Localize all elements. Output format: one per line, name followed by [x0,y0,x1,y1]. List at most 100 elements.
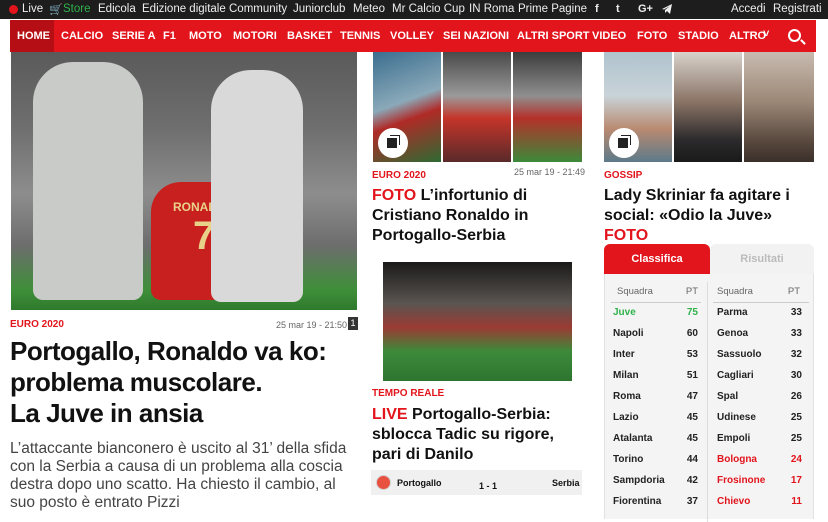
mid1-category[interactable]: EURO 2020 [372,170,426,181]
topbar-link-juniorclub[interactable]: Juniorclub [293,3,345,15]
nav-item-tennis[interactable]: TENNIS [340,30,380,42]
team-points: 25 [790,412,802,423]
standings-row[interactable]: Udinese 25 [709,408,810,429]
main-summary[interactable]: L’attaccante bianconero è uscito al 31’ … [10,440,360,512]
live-link[interactable]: Live [22,3,43,15]
twitter-icon[interactable]: t [616,3,620,15]
live-score-box[interactable]: Portogallo 1 - 1 Serbia [371,470,582,495]
main-category[interactable]: EURO 2020 [10,319,64,330]
login-link[interactable]: Accedi [731,3,766,15]
nav-item-altro[interactable]: ALTRO [729,30,766,42]
nav-item-foto[interactable]: FOTO [637,30,667,42]
nav-item-calcio[interactable]: CALCIO [61,30,103,42]
topbar-link-community[interactable]: Community [229,3,287,15]
topbar-link-edicola[interactable]: Edicola [98,3,136,15]
gallery-thumb-2[interactable] [443,52,511,162]
standings-row[interactable]: Empoli 25 [709,429,810,450]
comment-count-badge[interactable]: 1 [348,317,358,330]
telegram-icon[interactable] [661,3,673,15]
foto-label: FOTO [604,227,649,244]
col-header-team: Squadra [617,286,653,297]
team-name: Udinese [717,412,756,423]
nav-item-moto[interactable]: MOTO [189,30,222,42]
standings-row[interactable]: Genoa 33 [709,324,810,345]
facebook-icon[interactable]: f [595,3,599,15]
team-name: Torino [613,454,644,465]
team-points: 11 [791,496,802,507]
standings-row[interactable]: Parma 33 [709,303,810,324]
standings-row[interactable]: Napoli 60 [605,324,706,345]
team-name: Sassuolo [717,349,762,360]
standings-row[interactable]: Milan 51 [605,366,706,387]
standings-row[interactable]: Cagliari 30 [709,366,810,387]
team-points: 60 [686,328,698,339]
tab-classifica[interactable]: Classifica [604,244,710,274]
topbar-link-edizione-digitale[interactable]: Edizione digitale [142,3,226,15]
standings-row[interactable]: Sassuolo 32 [709,345,810,366]
standings-row[interactable]: Atalanta 45 [605,429,706,450]
store-link[interactable]: Store [63,3,91,15]
main-headline[interactable]: Portogallo, Ronaldo va ko: problema musc… [10,336,360,429]
team-name: Cagliari [717,370,754,381]
team-points: 26 [790,391,802,402]
right1-headline[interactable]: Lady Skriniar fa agitare i social: «Odio… [604,186,819,246]
main-date: 25 mar 19 - 21:50 [276,320,348,330]
live-icon[interactable] [9,5,18,14]
google-plus-icon[interactable]: G+ [638,3,653,15]
nav-item-f1[interactable]: F1 [163,30,176,42]
nav-item-sei-nazioni[interactable]: SEI NAZIONI [443,30,509,42]
standings-row[interactable]: Frosinone 17 [709,471,810,492]
team-name: Napoli [613,328,644,339]
topbar-link-in-roma[interactable]: IN Roma [469,3,514,15]
standings-table: Squadra PT Juve 75 Napoli 60 Inter 53 Milan 51 R… [604,274,814,522]
standings-row[interactable]: Inter 53 [605,345,706,366]
nav-item-home[interactable]: HOME [10,20,54,52]
mid2-image[interactable] [383,262,572,381]
standings-row[interactable]: Spal 26 [709,387,810,408]
main-headline-line-1: Portogallo, Ronaldo va ko: [10,336,327,366]
nav-item-video[interactable]: VIDEO [592,30,626,42]
mid2-category[interactable]: TEMPO REALE [372,388,444,399]
live-label: LIVE [372,406,408,423]
team-name: Fiorentina [613,496,662,507]
standings-row[interactable]: Sampdoria 42 [605,471,706,492]
team-points: 44 [686,454,698,465]
standings-row[interactable]: Juve 75 [605,303,706,324]
topbar-link-meteo[interactable]: Meteo [353,3,385,15]
gossip-thumb-3[interactable] [744,52,814,162]
topbar-link-prime-pagine[interactable]: Prime Pagine [518,3,587,15]
gossip-thumb-2[interactable] [674,52,742,162]
standings-row[interactable]: Fiorentina 37 [605,492,706,513]
mid2-headline[interactable]: LIVE Portogallo-Serbia: sblocca Tadic su… [372,405,577,465]
main-article-image[interactable]: RONALDO 7 [11,52,357,310]
main-nav: HOME CALCIO SERIE A F1 MOTO MOTORI BASKE… [10,20,816,52]
nav-item-motori[interactable]: MOTORI [233,30,277,42]
col-header-team: Squadra [717,286,753,297]
foto-label: FOTO [372,187,417,204]
topbar-link-mr-calcio-cup[interactable]: Mr Calcio Cup [392,3,465,15]
col-header-pt: PT [685,286,698,297]
standings-row[interactable]: Roma 47 [605,387,706,408]
nav-item-stadio[interactable]: STADIO [678,30,719,42]
gallery-icon[interactable] [378,128,408,158]
nav-item-basket[interactable]: BASKET [287,30,332,42]
search-icon[interactable] [788,29,801,42]
column-divider [707,282,708,522]
standings-row[interactable]: Lazio 45 [605,408,706,429]
gallery-thumb-3[interactable] [513,52,582,162]
nav-item-altri-sport[interactable]: ALTRI SPORT [517,30,590,42]
nav-item-volley[interactable]: VOLLEY [390,30,434,42]
right1-category[interactable]: GOSSIP [604,170,642,181]
mid1-headline[interactable]: FOTO L’infortunio di Cristiano Ronaldo i… [372,186,577,246]
standings-row[interactable]: Chievo 11 [709,492,810,513]
register-link[interactable]: Registrati [773,3,822,15]
team-points: 51 [686,370,698,381]
standings-row[interactable]: Bologna 24 [709,450,810,471]
chevron-down-icon[interactable]: ˅ [763,28,769,40]
tab-risultati[interactable]: Risultati [710,244,814,274]
gallery-icon[interactable] [609,128,639,158]
standings-row[interactable]: Torino 44 [605,450,706,471]
header-divider [611,302,701,303]
cart-icon[interactable]: 🛒 [49,3,63,16]
nav-item-serie-a[interactable]: SERIE A [112,30,156,42]
